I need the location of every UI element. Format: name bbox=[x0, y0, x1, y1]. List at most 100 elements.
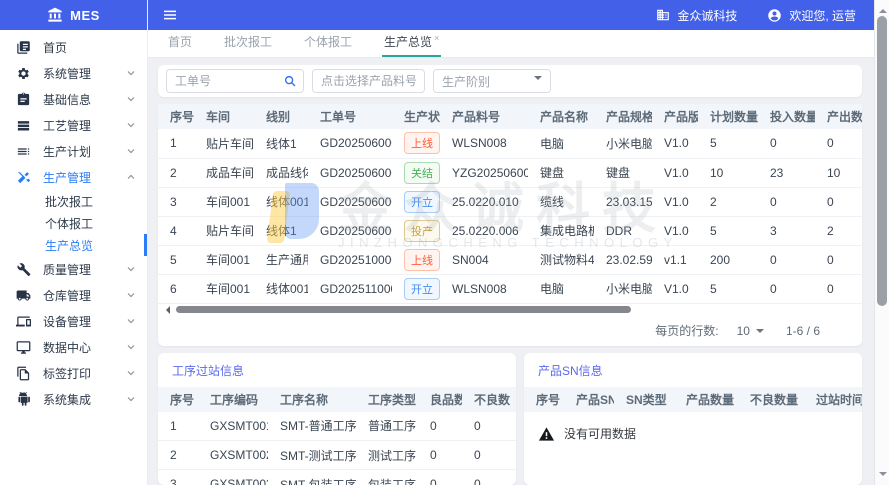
sidebar-item-quality-mgmt[interactable]: 质量管理 bbox=[0, 256, 147, 282]
sidebar-item-home[interactable]: 首页 bbox=[0, 34, 147, 60]
production-stage-select[interactable]: 生产阶别 bbox=[433, 69, 551, 93]
order-row[interactable]: 2 成品车间 成品线体2 GD2025060002 关结 YZG20250600… bbox=[158, 158, 862, 187]
sidebar-item-equipment-mgmt[interactable]: 设备管理 bbox=[0, 308, 147, 334]
process-row[interactable]: 1 GXSMT001 SMT-普通工序 普通工序 0 0 bbox=[158, 412, 516, 441]
cell-type: 包装工序 bbox=[356, 470, 418, 485]
cell-seq: 5 bbox=[158, 245, 194, 274]
menu-toggle-button[interactable] bbox=[162, 7, 178, 23]
hscroll-thumb[interactable] bbox=[176, 306, 631, 313]
gear-icon bbox=[16, 66, 31, 81]
horizontal-scrollbar[interactable] bbox=[158, 304, 862, 316]
sidebar-item-system-mgmt[interactable]: 系统管理 bbox=[0, 60, 147, 86]
building-icon bbox=[656, 8, 670, 22]
column-header: SN类型 bbox=[614, 387, 674, 412]
scroll-left-icon[interactable] bbox=[162, 306, 170, 314]
sidebar-item-warehouse-mgmt[interactable]: 仓库管理 bbox=[0, 282, 147, 308]
filter-bar: 生产阶别 bbox=[158, 65, 862, 97]
sidebar-item-process-mgmt[interactable]: 工艺管理 bbox=[0, 112, 147, 138]
cell-good: 0 bbox=[418, 441, 462, 470]
cell-product-name: 键盘 bbox=[528, 158, 594, 187]
tabbar: 首页 批次报工 个体报工 生产总览× bbox=[148, 30, 874, 58]
cell-code: GXSMT001 bbox=[198, 412, 268, 441]
chevron-down-icon bbox=[125, 119, 137, 131]
sidebar-item-production-mgmt[interactable]: 生产管理 bbox=[0, 164, 147, 190]
cell-line: 线体001 bbox=[254, 274, 308, 303]
sidebar: MES 首页 系统管理 基础信息 bbox=[0, 0, 148, 485]
sidebar-subitem-individual-report[interactable]: 个体报工 bbox=[0, 212, 147, 234]
rows-per-page-select[interactable]: 10 bbox=[737, 324, 764, 338]
sidebar-menu: 首页 系统管理 基础信息 工艺管理 bbox=[0, 30, 147, 412]
cell-status: 开立 bbox=[392, 187, 440, 216]
cell-seq: 1 bbox=[158, 129, 194, 158]
sidebar-item-label: 仓库管理 bbox=[43, 287, 125, 304]
sidebar-item-production-plan[interactable]: 生产计划 bbox=[0, 138, 147, 164]
cell-workshop: 车间001 bbox=[194, 245, 254, 274]
cell-plan-qty: 2 bbox=[698, 187, 758, 216]
sidebar-subitem-label: 个体报工 bbox=[45, 215, 93, 232]
sidebar-item-data-center[interactable]: 数据中心 bbox=[0, 334, 147, 360]
scroll-down-icon[interactable] bbox=[879, 472, 887, 480]
sidebar-item-label: 设备管理 bbox=[43, 313, 125, 330]
cell-seq: 2 bbox=[158, 441, 198, 470]
sidebar-subitem-batch-report[interactable]: 批次报工 bbox=[0, 190, 147, 212]
cell-output-qty: 0 bbox=[815, 129, 862, 158]
copy-icon bbox=[16, 366, 31, 381]
process-table-header: 序号工序编码工序名称工序类型良品数不良数 bbox=[158, 387, 516, 412]
cell-input-qty: 0 bbox=[758, 129, 815, 158]
sn-table-header: 序号产品SNSN类型产品数量不良数量过站时间 bbox=[524, 387, 862, 412]
cell-plan-qty: 5 bbox=[698, 216, 758, 245]
status-badge: 上线 bbox=[404, 249, 440, 271]
order-row[interactable]: 5 车间001 生产通用 GD2025100001 上线 SN004 测试物料4… bbox=[158, 245, 862, 274]
column-header: 产品SN bbox=[564, 387, 614, 412]
cell-order-no: GD2025060003 bbox=[308, 187, 392, 216]
android-icon bbox=[16, 392, 31, 407]
toc-icon bbox=[16, 144, 31, 159]
cell-part-no: WLSN008 bbox=[440, 274, 528, 303]
column-header: 产品料号 bbox=[440, 104, 528, 129]
column-header: 投入数量 bbox=[758, 104, 815, 129]
cell-input-qty: 0 bbox=[758, 245, 815, 274]
cell-input-qty: 0 bbox=[758, 274, 815, 303]
vertical-scrollbar[interactable] bbox=[874, 0, 889, 485]
order-row[interactable]: 3 车间001 线体001 GD2025060003 开立 25.0220.01… bbox=[158, 187, 862, 216]
order-row[interactable]: 6 车间001 线体001 GD2025110001 开立 WLSN008 电脑… bbox=[158, 274, 862, 303]
chevron-down-icon bbox=[125, 67, 137, 79]
cell-name: SMT-普通工序 bbox=[268, 412, 356, 441]
sidebar-subitem-label: 生产总览 bbox=[45, 237, 93, 254]
process-row[interactable]: 3 GXSMT003 SMT-包装工序 包装工序 0 0 bbox=[158, 470, 516, 485]
status-badge: 关结 bbox=[404, 162, 440, 184]
product-part-input[interactable] bbox=[312, 69, 425, 93]
column-header: 产品规格 bbox=[594, 104, 652, 129]
vscroll-thumb[interactable] bbox=[877, 16, 887, 306]
close-icon[interactable]: × bbox=[434, 33, 439, 43]
sidebar-item-system-integration[interactable]: 系统集成 bbox=[0, 386, 147, 412]
sn-empty-state: 没有可用数据 bbox=[524, 412, 862, 455]
orders-table: 序号车间线别工单号生产状态产品料号产品名称产品规格产品版本计划数量投入数量产出数… bbox=[158, 104, 862, 304]
order-row[interactable]: 1 贴片车间 线体1 GD2025060001 上线 WLSN008 电脑 小米… bbox=[158, 129, 862, 158]
cell-plan-qty: 5 bbox=[698, 274, 758, 303]
company-menu[interactable]: 金众诚科技 bbox=[656, 7, 737, 24]
scroll-up-icon[interactable] bbox=[879, 5, 887, 13]
cell-order-no: GD2025060001 bbox=[308, 129, 392, 158]
column-header: 线别 bbox=[254, 104, 308, 129]
sidebar-item-label: 系统管理 bbox=[43, 65, 125, 82]
process-row[interactable]: 2 GXSMT002 SMT-测试工序 测试工序 0 0 bbox=[158, 441, 516, 470]
order-row[interactable]: 4 贴片车间 线体1 GD2025060004 投产 25.0220.006 集… bbox=[158, 216, 862, 245]
tab-batch-report[interactable]: 批次报工 bbox=[222, 27, 274, 57]
cell-seq: 2 bbox=[158, 158, 194, 187]
user-menu[interactable]: 欢迎您, 运营 bbox=[767, 7, 856, 24]
column-header: 工序类型 bbox=[356, 387, 418, 412]
sidebar-item-base-info[interactable]: 基础信息 bbox=[0, 86, 147, 112]
cell-order-no: GD2025060002 bbox=[308, 158, 392, 187]
tab-home[interactable]: 首页 bbox=[166, 27, 194, 57]
column-header: 产品数量 bbox=[674, 387, 738, 412]
tab-production-overview[interactable]: 生产总览× bbox=[382, 27, 441, 57]
cell-input-qty: 0 bbox=[758, 187, 815, 216]
orders-table-header: 序号车间线别工单号生产状态产品料号产品名称产品规格产品版本计划数量投入数量产出数… bbox=[158, 104, 862, 129]
tab-individual-report[interactable]: 个体报工 bbox=[302, 27, 354, 57]
cell-plan-qty: 200 bbox=[698, 245, 758, 274]
search-icon[interactable] bbox=[283, 74, 297, 88]
sidebar-item-label-print[interactable]: 标签打印 bbox=[0, 360, 147, 386]
sidebar-subitem-production-overview[interactable]: 生产总览 bbox=[0, 234, 147, 256]
cell-version: v1.1 bbox=[652, 245, 698, 274]
